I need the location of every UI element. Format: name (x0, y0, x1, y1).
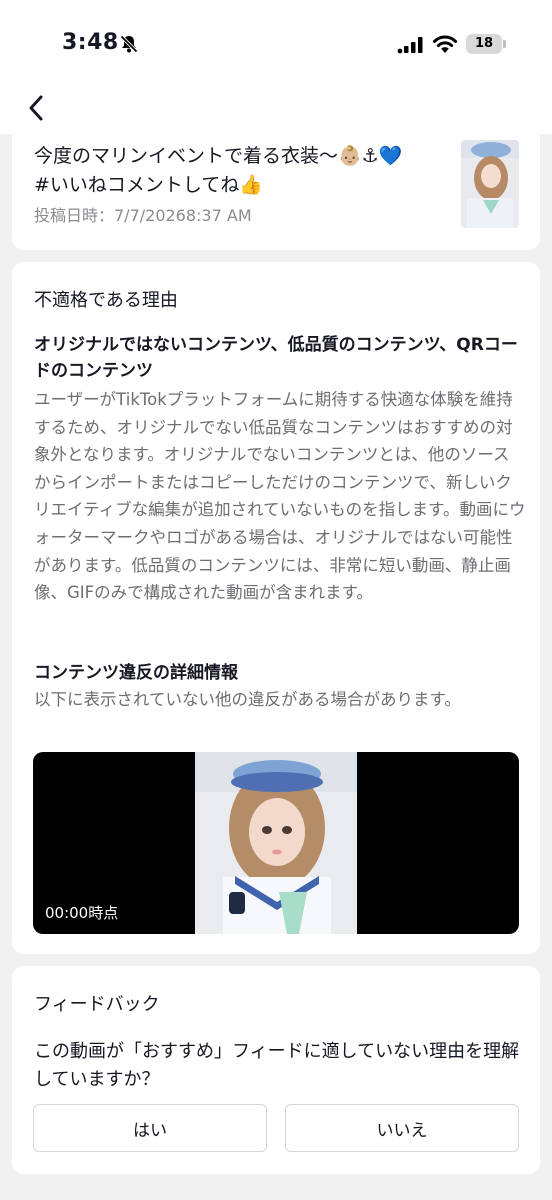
signal-icon (397, 37, 423, 54)
post-caption: 今度のマリンイベントで着る衣装〜👶🏼⚓💙 #いいねコメントしてね👍 (34, 142, 444, 200)
status-bar: 3:48 18 (0, 0, 552, 88)
policy-description: ユーザーがTikTokプラットフォームに期待する快適な体験を維持するため、オリジ… (34, 390, 526, 603)
post-caption-line2: #いいねコメントしてね👍 (34, 174, 264, 196)
reason-card: 不適格である理由 オリジナルではないコンテンツ、低品質のコンテンツ、QRコードの… (12, 262, 540, 954)
yes-button[interactable]: はい (33, 1104, 267, 1152)
post-date: 投稿日時：7/7/20268:37 AM (34, 206, 252, 225)
battery-icon: 18 (466, 34, 502, 54)
status-time: 3:48 (62, 30, 119, 55)
post-thumbnail-image (461, 140, 519, 228)
video-frame-image (195, 752, 357, 934)
bell-slash-icon (120, 35, 138, 53)
violation-details-text: 以下に表示されていない他の違反がある場合があります。 (34, 690, 461, 709)
chevron-left-icon (29, 95, 43, 121)
video-preview[interactable]: 00:00時点 (33, 752, 519, 934)
violation-details-heading: コンテンツ違反の詳細情報 (34, 663, 238, 683)
feedback-title: フィードバック (34, 994, 160, 1015)
video-timestamp: 00:00時点 (45, 904, 119, 922)
no-button[interactable]: いいえ (285, 1104, 519, 1152)
post-caption-line1: 今度のマリンイベントで着る衣装〜👶🏼⚓💙 (34, 145, 403, 167)
policy-heading: オリジナルではないコンテンツ、低品質のコンテンツ、QRコードのコンテンツ (34, 335, 518, 381)
battery-tip (503, 40, 506, 48)
wifi-icon (432, 35, 458, 53)
feedback-question: この動画が「おすすめ」フィードに適していない理由を理解していますか？ (34, 1041, 520, 1090)
back-button[interactable] (16, 90, 56, 126)
post-card[interactable]: 今度のマリンイベントで着る衣装〜👶🏼⚓💙 #いいねコメントしてね👍 投稿日時：7… (12, 126, 540, 250)
reason-title: 不適格である理由 (34, 290, 178, 311)
post-thumbnail[interactable] (461, 140, 519, 228)
feedback-card: フィードバック この動画が「おすすめ」フィードに適していない理由を理解しています… (12, 966, 540, 1174)
